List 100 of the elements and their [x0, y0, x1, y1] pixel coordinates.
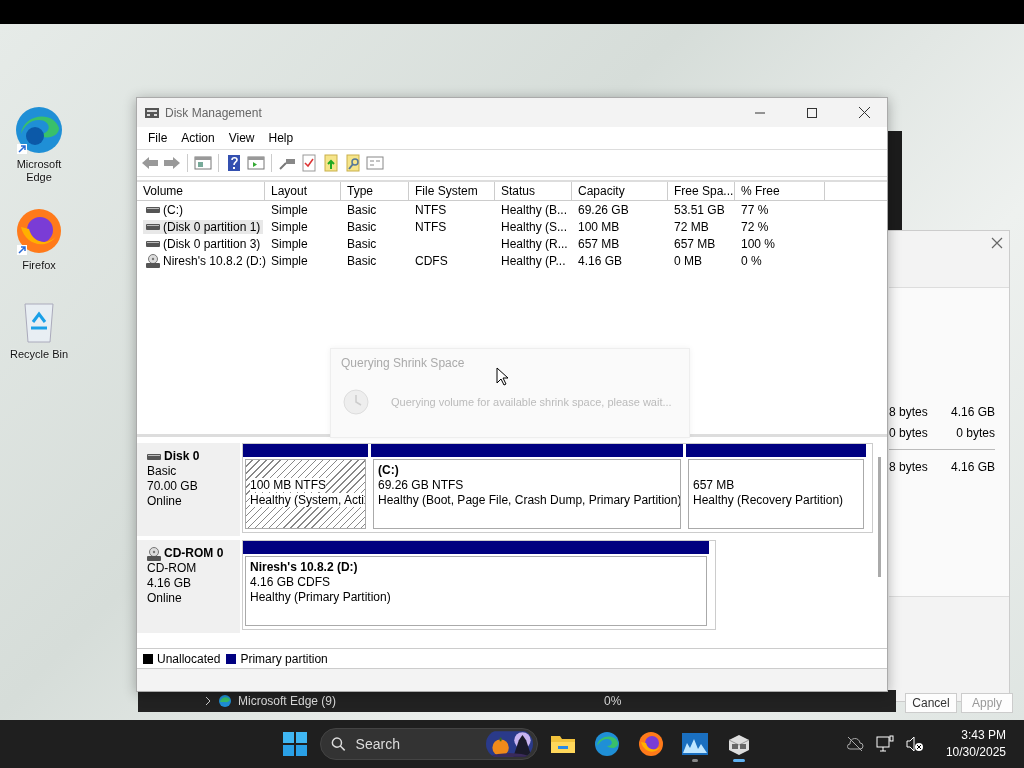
- volume-list-item[interactable]: (C:): [143, 202, 186, 217]
- table-cell: Basic: [347, 219, 377, 234]
- table-cell: NTFS: [415, 202, 447, 217]
- windows-start-icon[interactable]: [283, 732, 307, 756]
- disk-status: Online: [147, 591, 183, 606]
- back-arrow-icon[interactable]: [141, 154, 159, 172]
- menu-item[interactable]: File: [141, 131, 175, 145]
- maximize-icon[interactable]: [807, 107, 817, 118]
- chart-window-icon[interactable]: [682, 733, 708, 755]
- table-cell: Healthy (S...: [501, 219, 568, 234]
- drive-icon: [146, 206, 160, 213]
- disk-info-panel[interactable]: Disk 0 Basic 70.00 GB Online: [137, 443, 240, 536]
- search-field[interactable]: Search: [353, 735, 478, 753]
- table-cell: 4.16 GB: [578, 253, 623, 268]
- folder-up-icon[interactable]: [322, 154, 340, 172]
- edge-icon[interactable]: [13, 104, 65, 156]
- cpu-value: 0%: [604, 694, 623, 708]
- table-cell: Simple: [271, 236, 308, 251]
- table-cell: Healthy (B...: [501, 202, 568, 217]
- edge-icon[interactable]: [594, 731, 620, 757]
- table-cell: CDFS: [415, 253, 448, 268]
- running-indicator: [692, 759, 698, 762]
- column-header[interactable]: Type: [341, 182, 409, 200]
- checklist-icon[interactable]: [300, 154, 318, 172]
- desktop-icon-label[interactable]: Firefox: [6, 259, 72, 272]
- partition-status: Healthy (Primary Partition): [250, 590, 391, 604]
- partition-status: Healthy (Boot, Page File, Crash Dump, Primary Partition): [378, 493, 680, 507]
- dialog-title: Querying Shrink Space: [341, 356, 465, 370]
- column-header[interactable]: Capacity: [572, 182, 668, 200]
- menu-item[interactable]: View: [221, 131, 262, 145]
- window-title: Disk Management: [165, 105, 263, 120]
- table-cell: 69.26 GB: [578, 202, 629, 217]
- table-cell: Simple: [271, 202, 308, 217]
- volume-list-item[interactable]: (Disk 0 partition 3): [143, 236, 264, 251]
- column-header[interactable]: Volume: [137, 182, 265, 200]
- close-icon[interactable]: [858, 107, 870, 118]
- search-bar[interactable]: Search: [320, 728, 538, 760]
- disk-name: CD-ROM 0: [164, 546, 224, 561]
- disk-size: 70.00 GB: [147, 479, 199, 494]
- property-value: 4.16 GB: [950, 459, 995, 474]
- table-cell: 72 MB: [674, 219, 709, 234]
- cd-drive-icon: [147, 546, 161, 561]
- volume-list-item[interactable]: Niresh's 10.8.2 (D:): [143, 253, 269, 268]
- partition-name: Niresh's 10.8.2 (D:): [250, 560, 358, 574]
- clock-icon: [343, 389, 369, 415]
- disk-info-panel[interactable]: CD-ROM 0 CD-ROM 4.16 GB Online: [137, 540, 240, 633]
- desktop-icon-label[interactable]: Recycle Bin: [6, 347, 72, 361]
- clock-date[interactable]: 10/30/2025: [945, 744, 1006, 761]
- table-cell: 0 MB: [674, 253, 702, 268]
- disk-management-app-icon[interactable]: [726, 732, 752, 756]
- folder-search-icon[interactable]: [344, 154, 362, 172]
- panel-icon[interactable]: [194, 154, 212, 172]
- table-cell: Healthy (P...: [501, 253, 566, 268]
- process-name: Microsoft Edge (9): [238, 694, 337, 708]
- minimize-icon[interactable]: [755, 111, 765, 114]
- table-cell: 657 MB: [674, 236, 716, 251]
- partition-size: 69.26 GB NTFS: [378, 478, 464, 492]
- column-header[interactable]: Layout: [265, 182, 341, 200]
- property-value: 0 bytes: [889, 425, 928, 440]
- column-header[interactable]: Free Spa...: [668, 182, 735, 200]
- partition-status: Healthy (Recovery Partition): [693, 493, 844, 507]
- table-cell: 100 %: [741, 236, 776, 251]
- drive-icon: [146, 240, 160, 247]
- chevron-icon[interactable]: [204, 696, 212, 706]
- table-cell: 0 %: [741, 253, 762, 268]
- table-cell: 72 %: [741, 219, 769, 234]
- table-cell: Simple: [271, 219, 308, 234]
- partition-size: 100 MB NTFS: [250, 478, 327, 492]
- column-header[interactable]: File System: [409, 182, 495, 200]
- clock-time[interactable]: 3:43 PM: [961, 727, 1006, 744]
- active-indicator: [733, 759, 745, 762]
- edge-icon: [218, 694, 232, 708]
- close-icon[interactable]: [991, 237, 1003, 249]
- drive-icon: [146, 223, 160, 230]
- network-icon[interactable]: [875, 735, 894, 753]
- muted-speaker-icon[interactable]: [905, 736, 924, 752]
- property-value: 8 bytes: [889, 459, 928, 474]
- disk-status: Online: [147, 494, 183, 509]
- table-cell: 53.51 GB: [674, 202, 725, 217]
- firefox-icon[interactable]: [638, 731, 664, 757]
- partition-size: 657 MB: [693, 478, 735, 492]
- table-cell: 657 MB: [578, 236, 620, 251]
- column-header[interactable]: % Free: [735, 182, 825, 200]
- table-cell: Basic: [347, 202, 377, 217]
- cloud-offline-icon[interactable]: [845, 736, 864, 752]
- dialog-message: Querying volume for available shrink space, please wait...: [391, 396, 672, 408]
- table-cell: Healthy (R...: [501, 236, 568, 251]
- folder-icon[interactable]: [550, 733, 576, 755]
- dialog-button[interactable]: Cancel: [905, 693, 957, 713]
- menu-item[interactable]: Help: [261, 131, 301, 145]
- menu-item[interactable]: Action: [174, 131, 222, 145]
- volume-list-item[interactable]: (Disk 0 partition 1): [143, 219, 264, 234]
- forward-arrow-icon[interactable]: [163, 154, 181, 172]
- table-cell: Basic: [347, 253, 377, 268]
- help-icon[interactable]: [225, 154, 243, 172]
- table-cell: NTFS: [415, 219, 447, 234]
- column-header[interactable]: Status: [495, 182, 572, 200]
- disk-type: Basic: [147, 464, 178, 479]
- desktop-icon-label[interactable]: Microsoft Edge: [6, 158, 72, 184]
- search-icon[interactable]: [331, 736, 346, 752]
